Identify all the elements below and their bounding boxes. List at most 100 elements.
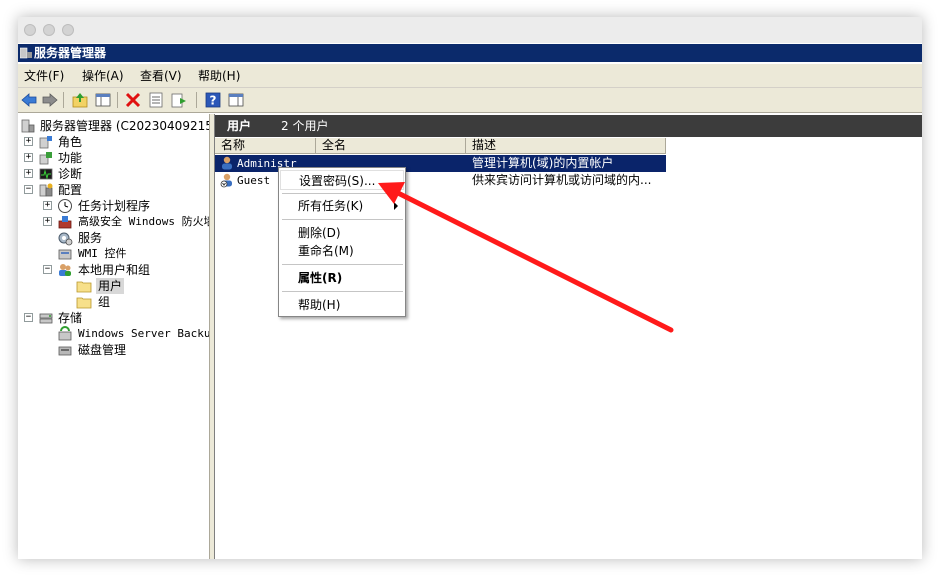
server-manager-icon <box>20 47 32 59</box>
zoom-window-button[interactable] <box>62 24 74 36</box>
tree-item-local-users-groups[interactable]: − 本地用户和组 <box>18 262 209 278</box>
users-group-icon <box>59 264 71 276</box>
context-menu: 设置密码(S)... 所有任务(K) 删除(D) 重命名(M) 属性(R) 帮助… <box>278 167 406 317</box>
toolbar: ? <box>18 88 922 113</box>
collapse-icon[interactable]: − <box>24 185 33 194</box>
configuration-icon <box>39 183 53 197</box>
window-chrome-bar <box>18 17 922 43</box>
tree-label: 角色 <box>58 135 83 149</box>
menu-separator <box>282 193 403 194</box>
disk-icon <box>58 346 72 356</box>
backup-icon <box>58 326 72 341</box>
tree-label: 高级安全 Windows 防火墙 <box>78 215 210 228</box>
tree-item-features[interactable]: + 功能 <box>18 150 209 166</box>
tree-item-disk-management[interactable]: 磁盘管理 <box>18 342 209 358</box>
back-icon[interactable] <box>20 91 38 109</box>
tree-label: 配置 <box>58 183 83 197</box>
menu-bar: 文件(F) 操作(A) 查看(V) 帮助(H) <box>18 64 922 88</box>
export-list-icon[interactable] <box>170 91 188 109</box>
server-manager-window: 服务器管理器 文件(F) 操作(A) 查看(V) 帮助(H) ? 服务器管理器 … <box>18 17 922 559</box>
help-icon[interactable]: ? <box>204 91 222 109</box>
menu-item-help[interactable]: 帮助(H) <box>280 295 404 315</box>
user-description: 供来宾访问计算机或访问域的内... <box>472 173 652 187</box>
expand-icon[interactable]: + <box>24 169 33 178</box>
menu-item-delete[interactable]: 删除(D) <box>280 223 404 243</box>
tree-label: 诊断 <box>58 167 83 181</box>
tree-label: 服务 <box>78 231 103 245</box>
expand-icon[interactable]: + <box>24 153 33 162</box>
tree-item-windows-server-backup[interactable]: Windows Server Backup <box>18 326 210 342</box>
menu-view[interactable]: 查看(V) <box>140 68 182 84</box>
tree-label: 任务计划程序 <box>78 199 151 213</box>
firewall-icon <box>58 216 72 229</box>
tree-label: 组 <box>98 295 111 309</box>
collapse-icon[interactable]: − <box>24 313 33 322</box>
tree-item-users[interactable]: 用户 <box>18 278 209 294</box>
menu-separator <box>282 291 403 292</box>
minimize-window-button[interactable] <box>43 24 55 36</box>
menu-help[interactable]: 帮助(H) <box>198 68 240 84</box>
tree-label: 服务器管理器 (C2023040921594 <box>40 119 210 133</box>
tree-label: 本地用户和组 <box>78 263 151 277</box>
expand-icon[interactable]: + <box>43 217 52 226</box>
up-folder-icon[interactable] <box>71 91 89 109</box>
submenu-arrow-icon <box>394 202 398 210</box>
tree-label: 用户 <box>96 278 125 294</box>
column-header-name[interactable]: 名称 <box>215 138 316 154</box>
storage-icon <box>39 313 53 324</box>
tree-label: Windows Server Backup <box>78 327 210 340</box>
diagnostics-icon <box>39 168 53 180</box>
result-pane-header: 用户 2 个用户 <box>215 115 922 137</box>
menu-item-rename[interactable]: 重命名(M) <box>280 241 404 261</box>
toolbar-separator <box>63 92 64 108</box>
folder-icon <box>76 281 92 293</box>
tree-label: 磁盘管理 <box>78 343 127 357</box>
menu-item-all-tasks[interactable]: 所有任务(K) <box>280 196 404 216</box>
menu-item-label: 所有任务(K) <box>298 199 364 213</box>
delete-icon[interactable] <box>124 91 142 109</box>
user-count: 2 个用户 <box>281 119 329 133</box>
column-header-fullname[interactable]: 全名 <box>316 138 466 154</box>
menu-file[interactable]: 文件(F) <box>24 68 64 84</box>
svg-text:?: ? <box>210 94 217 108</box>
wmi-icon <box>58 249 72 260</box>
folder-icon <box>76 297 92 309</box>
properties-icon[interactable] <box>147 91 165 109</box>
close-window-button[interactable] <box>24 24 36 36</box>
tree-item-roles[interactable]: + 角色 <box>18 134 209 150</box>
tree-item-configuration[interactable]: − 配置 <box>18 182 209 198</box>
window-title: 服务器管理器 <box>34 46 107 60</box>
clock-icon <box>58 199 72 213</box>
services-gear-icon <box>58 232 73 246</box>
expand-icon[interactable]: + <box>24 137 33 146</box>
tree-item-wmi[interactable]: WMI 控件 <box>18 246 209 262</box>
result-pane-title: 用户 <box>227 119 252 133</box>
user-description: 管理计算机(域)的内置帐户 <box>472 156 614 170</box>
tree-item-task-scheduler[interactable]: + 任务计划程序 <box>18 198 209 214</box>
tree-label: 功能 <box>58 151 83 165</box>
menu-separator <box>282 219 403 220</box>
tree-item-storage[interactable]: − 存储 <box>18 310 209 326</box>
window-title-bar: 服务器管理器 <box>18 44 922 62</box>
menu-item-set-password[interactable]: 设置密码(S)... <box>280 170 404 190</box>
user-name: Guest <box>237 174 271 187</box>
tree-item-diagnostics[interactable]: + 诊断 <box>18 166 209 182</box>
forward-icon[interactable] <box>41 91 59 109</box>
server-icon <box>21 119 35 133</box>
user-icon <box>222 156 232 170</box>
roles-icon <box>39 136 52 149</box>
action-pane-icon[interactable] <box>227 91 245 109</box>
menu-item-properties[interactable]: 属性(R) <box>280 268 404 288</box>
features-icon <box>39 152 52 165</box>
toolbar-separator <box>196 92 197 108</box>
tree-item-groups[interactable]: 组 <box>18 294 209 310</box>
tree-item-services[interactable]: 服务 <box>18 230 209 246</box>
menu-action[interactable]: 操作(A) <box>82 68 124 84</box>
tree-item-firewall[interactable]: + 高级安全 Windows 防火墙 <box>18 214 210 230</box>
tree-item-server-manager[interactable]: 服务器管理器 (C2023040921594 <box>18 118 210 134</box>
column-header-description[interactable]: 描述 <box>466 138 666 154</box>
collapse-icon[interactable]: − <box>43 265 52 274</box>
expand-icon[interactable]: + <box>43 201 52 210</box>
tree-label: 存储 <box>58 311 83 325</box>
show-hide-tree-icon[interactable] <box>94 91 112 109</box>
